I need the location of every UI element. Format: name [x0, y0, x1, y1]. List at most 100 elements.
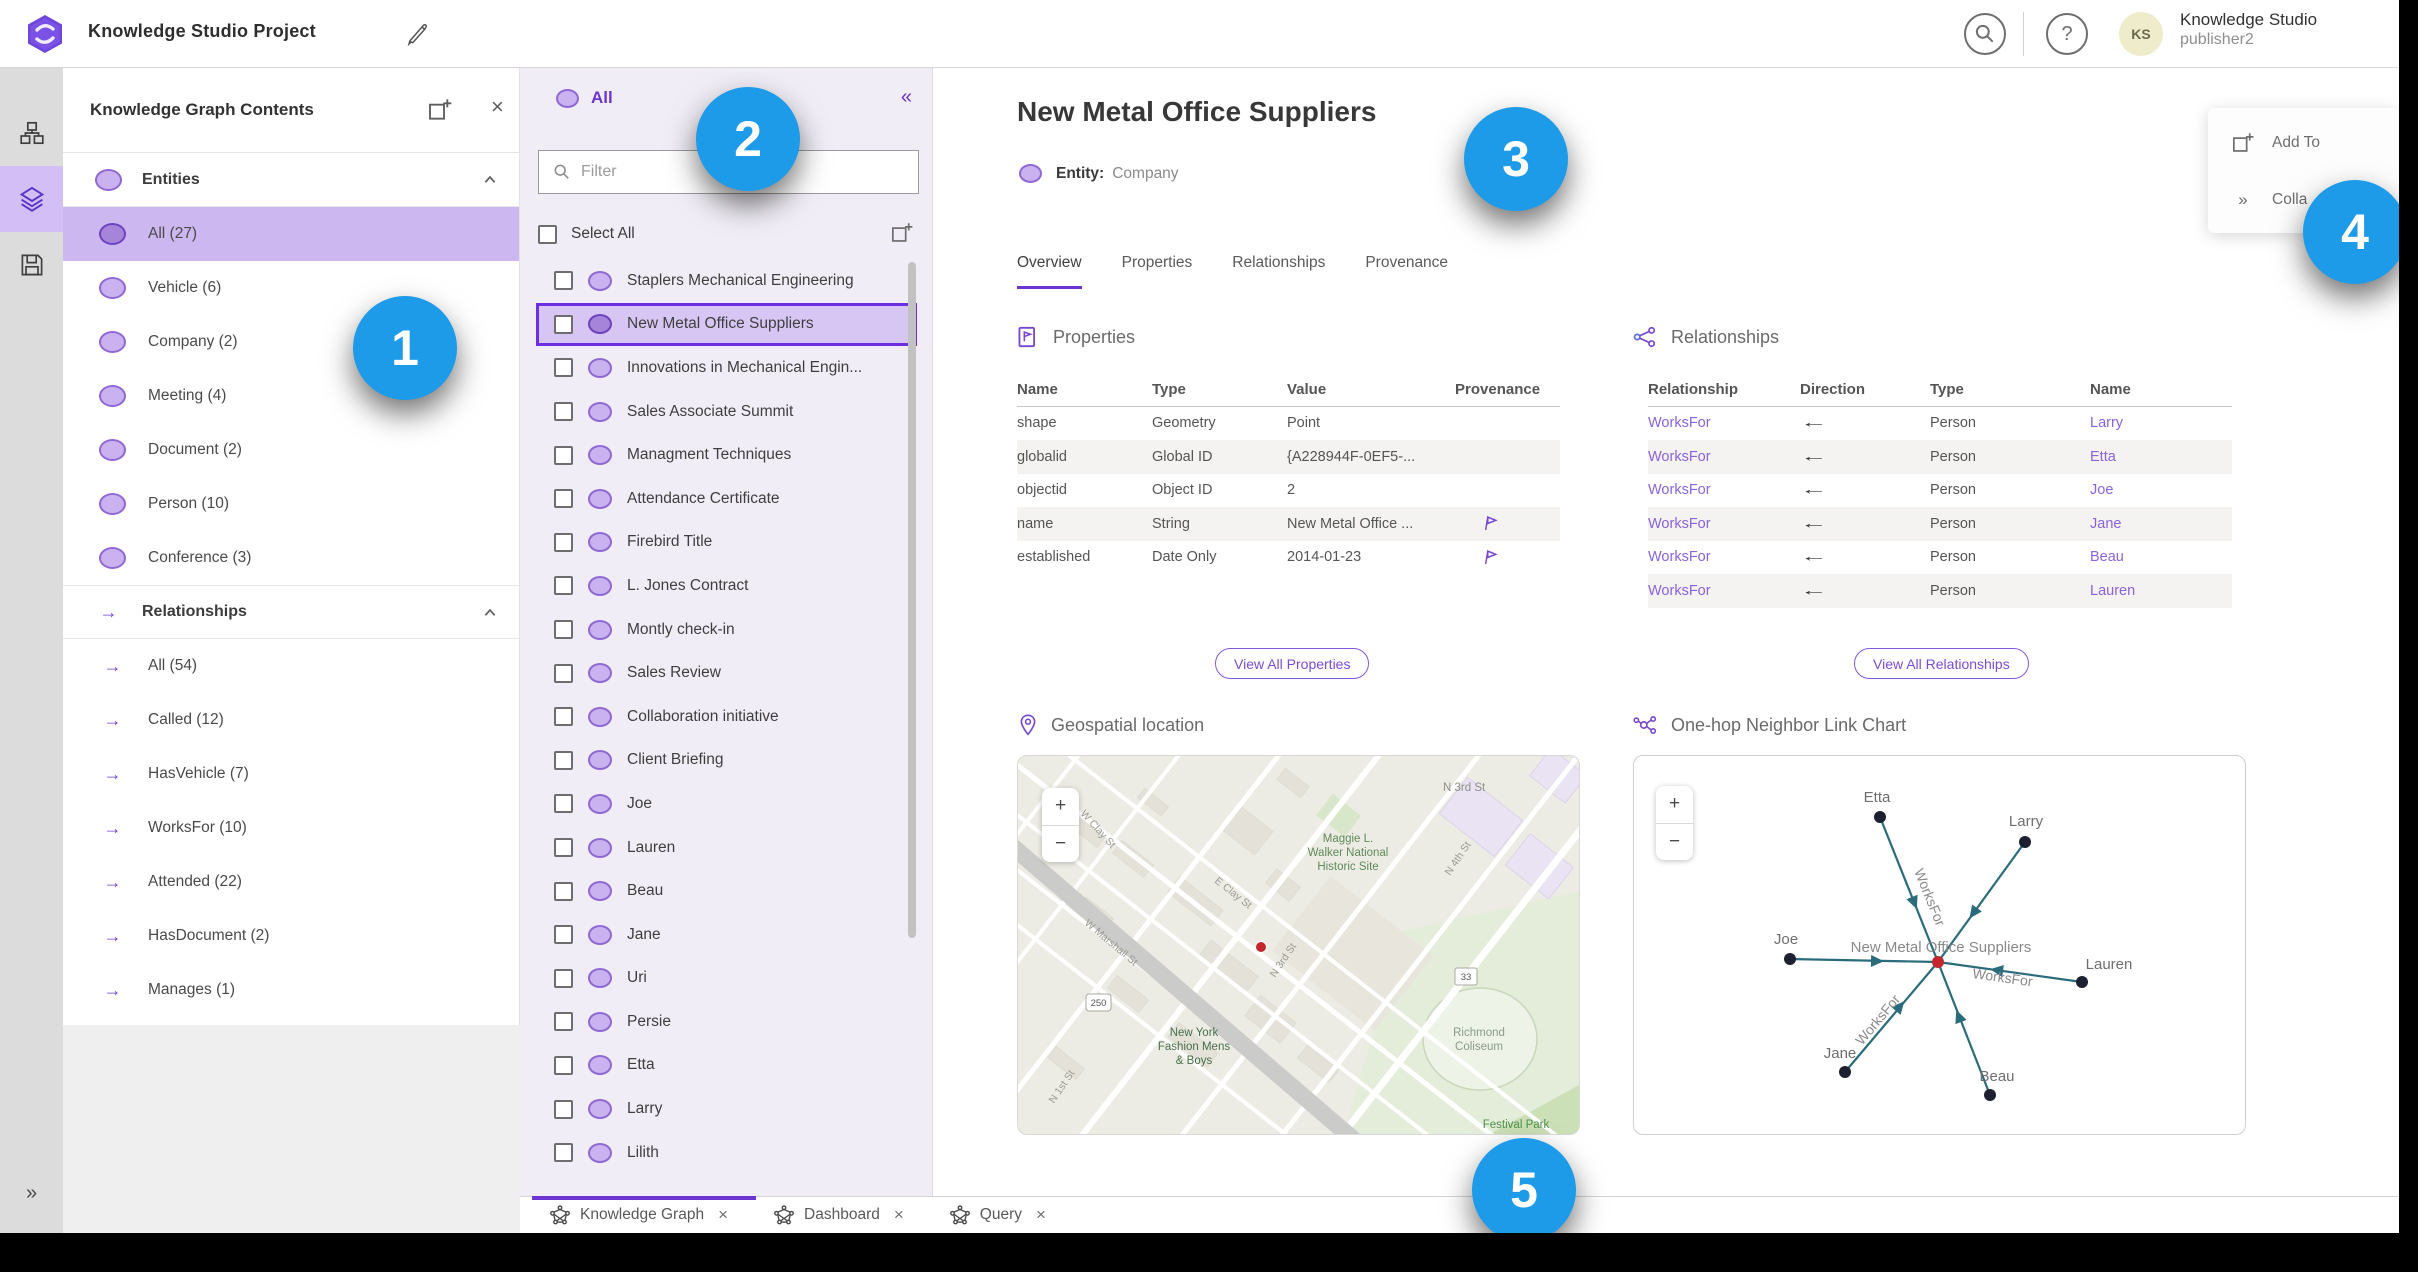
- sidebar-relationship-item[interactable]: → Called (12): [63, 693, 519, 747]
- add-to-new-icon[interactable]: [891, 222, 913, 244]
- item-checkbox[interactable]: [554, 707, 573, 727]
- rail-item-layers[interactable]: [0, 166, 63, 232]
- item-checkbox[interactable]: [554, 881, 573, 901]
- graph-item-row[interactable]: Larry: [520, 1087, 932, 1131]
- search-button[interactable]: [1964, 13, 2006, 55]
- view-all-relationships-button[interactable]: View All Relationships: [1854, 648, 2029, 679]
- relationship-link[interactable]: WorksFor: [1648, 482, 1800, 498]
- sidebar-entity-item[interactable]: Vehicle (6): [63, 261, 519, 315]
- collapse-list-panel-button[interactable]: «: [901, 86, 912, 109]
- zoom-in-button[interactable]: +: [1656, 786, 1693, 824]
- sidebar-relationship-item[interactable]: → WorksFor (10): [63, 801, 519, 855]
- sidebar-relationship-item[interactable]: → Manages (1): [63, 963, 519, 1017]
- help-button[interactable]: ?: [2046, 13, 2088, 55]
- sidebar-entity-item[interactable]: Conference (3): [63, 531, 519, 585]
- item-checkbox[interactable]: [554, 925, 573, 945]
- sidebar-entity-item[interactable]: Document (2): [63, 423, 519, 477]
- item-checkbox[interactable]: [554, 489, 573, 509]
- item-checkbox[interactable]: [554, 620, 573, 640]
- item-checkbox[interactable]: [554, 1143, 573, 1163]
- close-tab-icon[interactable]: ×: [1036, 1205, 1046, 1225]
- graph-item-row[interactable]: Attendance Certificate: [520, 477, 932, 521]
- item-checkbox[interactable]: [554, 794, 573, 814]
- item-checkbox[interactable]: [554, 532, 573, 552]
- related-entity-link[interactable]: Jane: [2090, 516, 2232, 532]
- item-checkbox[interactable]: [554, 358, 573, 378]
- close-panel-button[interactable]: ×: [491, 94, 504, 120]
- graph-item-row[interactable]: Firebird Title: [520, 521, 932, 565]
- item-checkbox[interactable]: [554, 838, 573, 858]
- item-checkbox[interactable]: [554, 445, 573, 465]
- expand-rail-button[interactable]: »: [0, 1182, 63, 1205]
- close-tab-icon[interactable]: ×: [894, 1205, 904, 1225]
- graph-item-row[interactable]: Staplers Mechanical Engineering: [520, 259, 932, 303]
- view-all-properties-button[interactable]: View All Properties: [1215, 648, 1370, 679]
- relationship-link[interactable]: WorksFor: [1648, 415, 1800, 431]
- close-tab-icon[interactable]: ×: [718, 1205, 728, 1225]
- collapse-detail-button[interactable]: » Colla: [2232, 190, 2307, 210]
- add-to-button[interactable]: Add To: [2232, 132, 2320, 154]
- zoom-out-button[interactable]: −: [1656, 824, 1693, 861]
- item-checkbox[interactable]: [554, 271, 573, 291]
- list-scrollbar-thumb[interactable]: [908, 262, 916, 938]
- graph-item-row[interactable]: Montly check-in: [520, 608, 932, 652]
- graph-item-row[interactable]: Sales Review: [520, 651, 932, 695]
- select-all-checkbox[interactable]: [538, 224, 557, 244]
- graph-item-row[interactable]: Persie: [520, 1000, 932, 1044]
- item-checkbox[interactable]: [554, 314, 573, 334]
- user-menu[interactable]: Knowledge Studio publisher2: [2180, 10, 2395, 49]
- sidebar-relationship-item[interactable]: → HasVehicle (7): [63, 747, 519, 801]
- sidebar-entity-item[interactable]: All (27): [63, 207, 519, 261]
- sidebar-relationship-item[interactable]: → HasDocument (2): [63, 909, 519, 963]
- graph-item-row[interactable]: Innovations in Mechanical Engin...: [520, 346, 932, 390]
- item-checkbox[interactable]: [554, 1012, 573, 1032]
- relationship-link[interactable]: WorksFor: [1648, 583, 1800, 599]
- detail-tab[interactable]: Overview: [1017, 254, 1082, 289]
- detail-tab[interactable]: Properties: [1122, 254, 1193, 289]
- provenance-flag-icon[interactable]: [1455, 549, 1560, 566]
- sidebar-relationship-item[interactable]: → All (54): [63, 639, 519, 693]
- graph-item-row[interactable]: Etta: [520, 1044, 932, 1088]
- sidebar-relationship-item[interactable]: → Attended (22): [63, 855, 519, 909]
- detail-tab[interactable]: Relationships: [1232, 254, 1325, 289]
- item-checkbox[interactable]: [554, 968, 573, 988]
- rail-item-data-model[interactable]: [0, 100, 63, 166]
- graph-item-row[interactable]: Client Briefing: [520, 739, 932, 783]
- related-entity-link[interactable]: Beau: [2090, 549, 2232, 565]
- zoom-out-button[interactable]: −: [1042, 826, 1079, 863]
- view-tab[interactable]: Dashboard ×: [756, 1197, 932, 1233]
- sidebar-entity-item[interactable]: Meeting (4): [63, 369, 519, 423]
- graph-item-row[interactable]: Beau: [520, 869, 932, 913]
- relationships-section-header[interactable]: → Relationships: [63, 585, 519, 639]
- sidebar-entity-item[interactable]: Person (10): [63, 477, 519, 531]
- graph-item-row[interactable]: Sales Associate Summit: [520, 390, 932, 434]
- provenance-flag-icon[interactable]: [1455, 515, 1560, 532]
- view-tab[interactable]: Knowledge Graph ×: [532, 1196, 757, 1233]
- related-entity-link[interactable]: Joe: [2090, 482, 2232, 498]
- item-checkbox[interactable]: [554, 402, 573, 422]
- graph-item-row[interactable]: L. Jones Contract: [520, 564, 932, 608]
- edit-title-icon[interactable]: [405, 22, 429, 46]
- graph-item-row[interactable]: Lauren: [520, 826, 932, 870]
- link-chart-canvas[interactable]: WorksFor WorksFor WorksFor Etta Larry Jo…: [1633, 755, 2246, 1135]
- item-checkbox[interactable]: [554, 663, 573, 683]
- relationship-link[interactable]: WorksFor: [1648, 549, 1800, 565]
- graph-item-row[interactable]: Uri: [520, 957, 932, 1001]
- graph-item-row[interactable]: Managment Techniques: [520, 433, 932, 477]
- detail-tab[interactable]: Provenance: [1365, 254, 1448, 289]
- item-checkbox[interactable]: [554, 750, 573, 770]
- type-filter-all[interactable]: All: [556, 88, 613, 108]
- graph-item-row[interactable]: Jane: [520, 913, 932, 957]
- map-canvas[interactable]: W Clay St E Clay St W Marshall St N 1st …: [1017, 755, 1580, 1135]
- relationship-link[interactable]: WorksFor: [1648, 449, 1800, 465]
- graph-item-row[interactable]: Lilith: [520, 1131, 932, 1175]
- related-entity-link[interactable]: Larry: [2090, 415, 2232, 431]
- item-checkbox[interactable]: [554, 1099, 573, 1119]
- graph-item-row[interactable]: New Metal Office Suppliers: [536, 302, 917, 347]
- graph-item-row[interactable]: Collaboration initiative: [520, 695, 932, 739]
- related-entity-link[interactable]: Lauren: [2090, 583, 2232, 599]
- graph-item-row[interactable]: Joe: [520, 782, 932, 826]
- rail-item-save[interactable]: [0, 232, 63, 298]
- item-checkbox[interactable]: [554, 1055, 573, 1075]
- view-tab[interactable]: Query ×: [932, 1197, 1074, 1233]
